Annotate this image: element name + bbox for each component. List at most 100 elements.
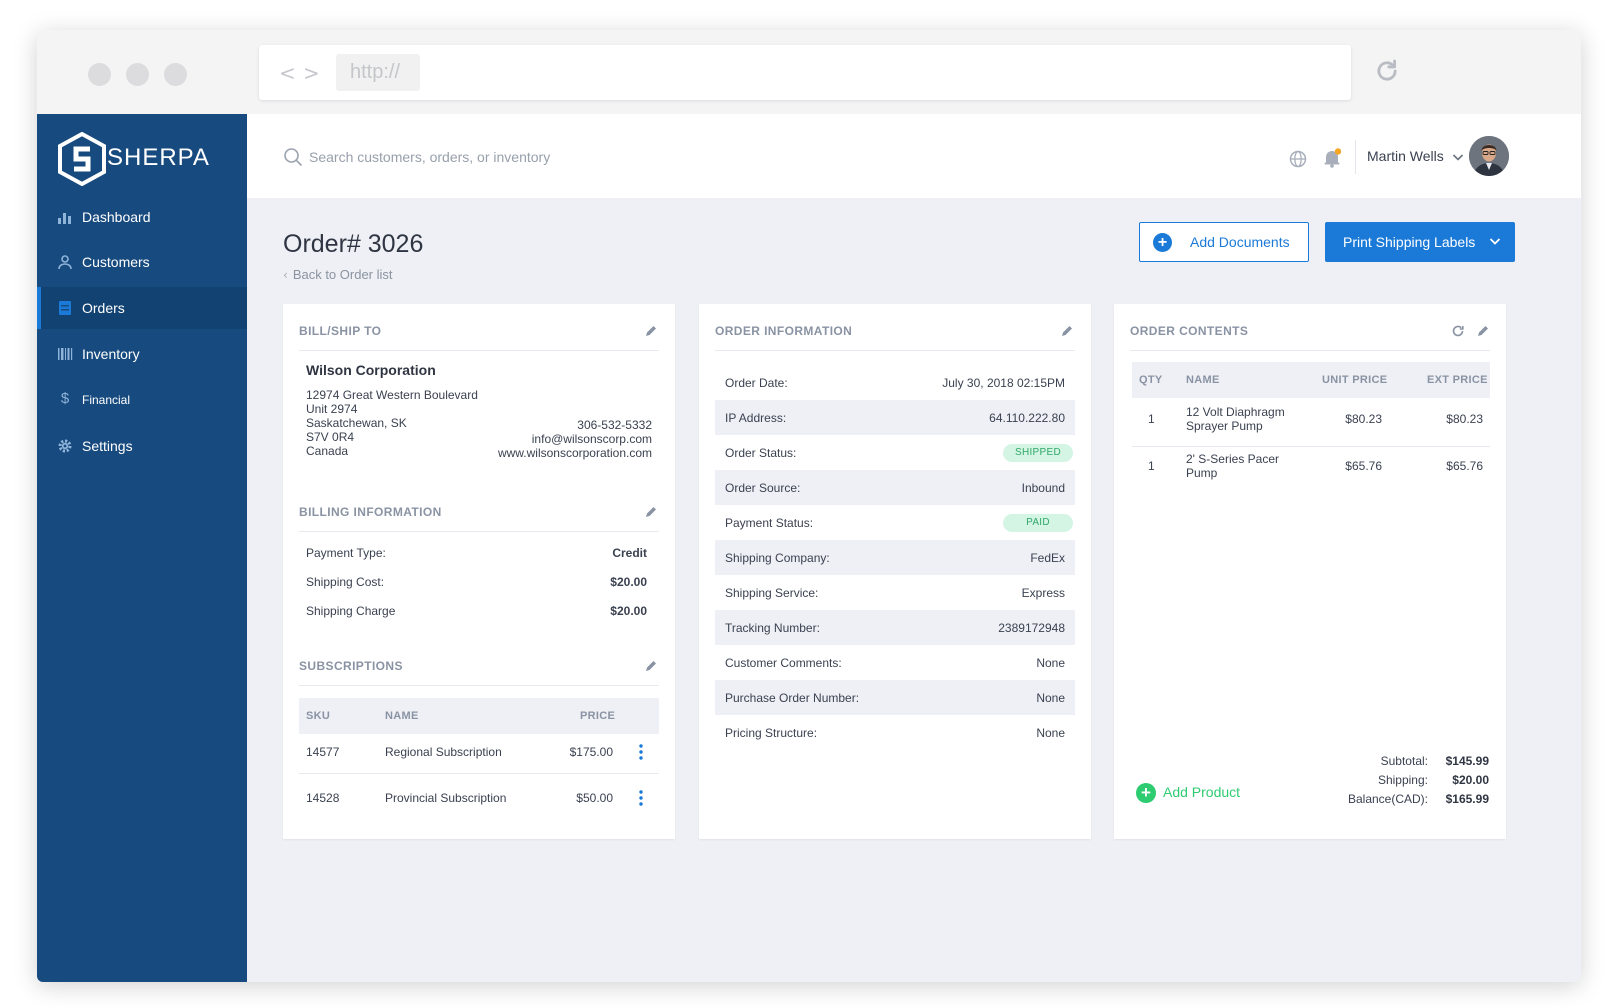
sidebar-item-label: Dashboard — [82, 209, 151, 225]
order-info-row: Pricing Structure: None — [715, 715, 1075, 750]
address-line: S7V 0R4 — [306, 430, 355, 444]
top-bar: Martin Wells — [247, 114, 1581, 198]
brand-logo[interactable]: SHERPA — [57, 132, 237, 186]
subtotal-label: Subtotal: — [1380, 754, 1428, 768]
order-info-row: Payment Status: PAID — [715, 505, 1075, 540]
back-to-order-list-link[interactable]: ‹ Back to Order list — [283, 267, 393, 282]
more-vertical-icon[interactable] — [639, 744, 643, 760]
chevron-left-icon: ‹ — [283, 268, 288, 282]
billing-value: $20.00 — [610, 604, 647, 618]
column-header[interactable]: EXT PRICE — [1427, 374, 1488, 386]
dollar-icon: $ — [60, 390, 70, 407]
sidebar-item-financial[interactable]: $ Financial — [37, 379, 247, 421]
address-line: Canada — [306, 444, 349, 458]
pencil-icon[interactable] — [644, 324, 658, 338]
page-title: Order# 3026 — [283, 230, 424, 258]
bell-icon[interactable] — [1323, 148, 1341, 168]
barcode-icon — [58, 348, 73, 360]
column-header[interactable]: UNIT PRICE — [1322, 374, 1387, 386]
info-value: FedEx — [1030, 551, 1065, 565]
info-label: Order Source: — [725, 481, 801, 495]
ext-price-cell: $65.76 — [1446, 459, 1483, 473]
sku-cell: 14577 — [306, 745, 340, 759]
pencil-icon[interactable] — [644, 659, 658, 673]
info-value: None — [1036, 726, 1065, 740]
user-name[interactable]: Martin Wells — [1367, 148, 1444, 164]
card-title: BILLING INFORMATION — [299, 505, 442, 519]
ext-price-cell: $80.23 — [1446, 412, 1483, 426]
qty-cell: 1 — [1148, 459, 1155, 473]
column-header[interactable]: QTY — [1139, 374, 1163, 386]
billing-value: Credit — [612, 546, 647, 560]
address-bar[interactable]: < > http:// — [259, 45, 1351, 100]
order-info-row: Shipping Company: FedEx — [715, 540, 1075, 575]
app: SHERPA Dashboard Customers Orders Invent… — [37, 114, 1581, 982]
print-shipping-labels-button[interactable]: Print Shipping Labels — [1325, 222, 1515, 262]
info-value: Express — [1021, 586, 1065, 600]
user-avatar-icon — [1469, 136, 1509, 176]
plus-circle-icon: + — [1136, 783, 1156, 803]
sidebar-item-label: Inventory — [82, 346, 140, 362]
card-title: ORDER CONTENTS — [1130, 324, 1249, 338]
info-label: Shipping Service: — [725, 586, 819, 600]
tracking-number[interactable]: 2389172948 — [998, 621, 1065, 635]
billing-value: $20.00 — [610, 575, 647, 589]
globe-icon[interactable] — [1289, 150, 1307, 168]
divider — [299, 773, 659, 774]
price-cell: $175.00 — [569, 745, 613, 759]
sidebar-item-customers[interactable]: Customers — [37, 241, 247, 283]
search-input[interactable] — [309, 142, 809, 172]
window-minimize-dot[interactable] — [126, 63, 149, 86]
refresh-icon[interactable] — [1451, 324, 1465, 338]
info-label: Tracking Number: — [725, 621, 820, 635]
window-zoom-dot[interactable] — [164, 63, 187, 86]
company-name: Wilson Corporation — [306, 362, 436, 378]
info-label: Order Date: — [725, 376, 788, 390]
column-header[interactable]: SKU — [306, 710, 330, 722]
back-arrow-icon[interactable]: < — [279, 61, 296, 85]
card-title: SUBSCRIPTIONS — [299, 659, 403, 673]
pencil-icon[interactable] — [644, 505, 658, 519]
order-information-card: ORDER INFORMATION Order Date: July 30, 20… — [699, 304, 1091, 839]
price-cell: $50.00 — [576, 791, 613, 805]
order-info-row: Tracking Number: 2389172948 — [715, 610, 1075, 645]
reload-icon[interactable] — [1373, 57, 1401, 85]
info-label: Customer Comments: — [725, 656, 842, 670]
more-vertical-icon[interactable] — [639, 790, 643, 806]
sidebar-item-orders[interactable]: Orders — [37, 287, 247, 329]
name-cell: Regional Subscription — [385, 745, 502, 759]
column-header[interactable]: PRICE — [580, 710, 615, 722]
order-info-row: Shipping Service: Express — [715, 575, 1075, 610]
plus-circle-icon: + — [1153, 233, 1172, 252]
phone-number: 306-532-5332 — [577, 418, 652, 432]
forward-arrow-icon[interactable]: > — [303, 61, 320, 85]
avatar[interactable] — [1469, 136, 1509, 176]
add-product-button[interactable]: + Add Product — [1136, 783, 1240, 803]
email-link[interactable]: info@wilsonscorp.com — [498, 432, 652, 446]
address-line: Unit 2974 — [306, 402, 358, 416]
card-title: BILL/SHIP TO — [299, 324, 382, 338]
sidebar: SHERPA Dashboard Customers Orders Invent… — [37, 114, 247, 982]
chevron-down-icon[interactable] — [1452, 152, 1464, 162]
column-header[interactable]: NAME — [385, 710, 419, 722]
gear-icon — [58, 439, 72, 453]
divider — [1130, 350, 1490, 351]
website-link[interactable]: www.wilsonscorporation.com — [498, 446, 652, 460]
product-name-line: 12 Volt Diaphragm — [1186, 405, 1285, 419]
table-header: SKU NAME PRICE — [299, 698, 659, 734]
pencil-icon[interactable] — [1476, 324, 1490, 338]
url-text[interactable]: http:// — [336, 54, 420, 91]
add-documents-label: Add Documents — [1190, 234, 1290, 250]
chevron-down-icon[interactable] — [1489, 236, 1501, 246]
order-info-row: IP Address: 64.110.222.80 — [715, 400, 1075, 435]
sidebar-item-inventory[interactable]: Inventory — [37, 333, 247, 375]
add-documents-button[interactable]: + Add Documents — [1139, 222, 1309, 262]
sidebar-item-settings[interactable]: Settings — [37, 425, 247, 467]
balance-label: Balance(CAD): — [1347, 792, 1428, 806]
shipping-label: Shipping: — [1377, 773, 1428, 787]
window-close-dot[interactable] — [88, 63, 111, 86]
sidebar-item-dashboard[interactable]: Dashboard — [37, 196, 247, 238]
pencil-icon[interactable] — [1060, 324, 1074, 338]
billing-label: Shipping Charge — [306, 604, 396, 618]
column-header[interactable]: NAME — [1186, 374, 1220, 386]
